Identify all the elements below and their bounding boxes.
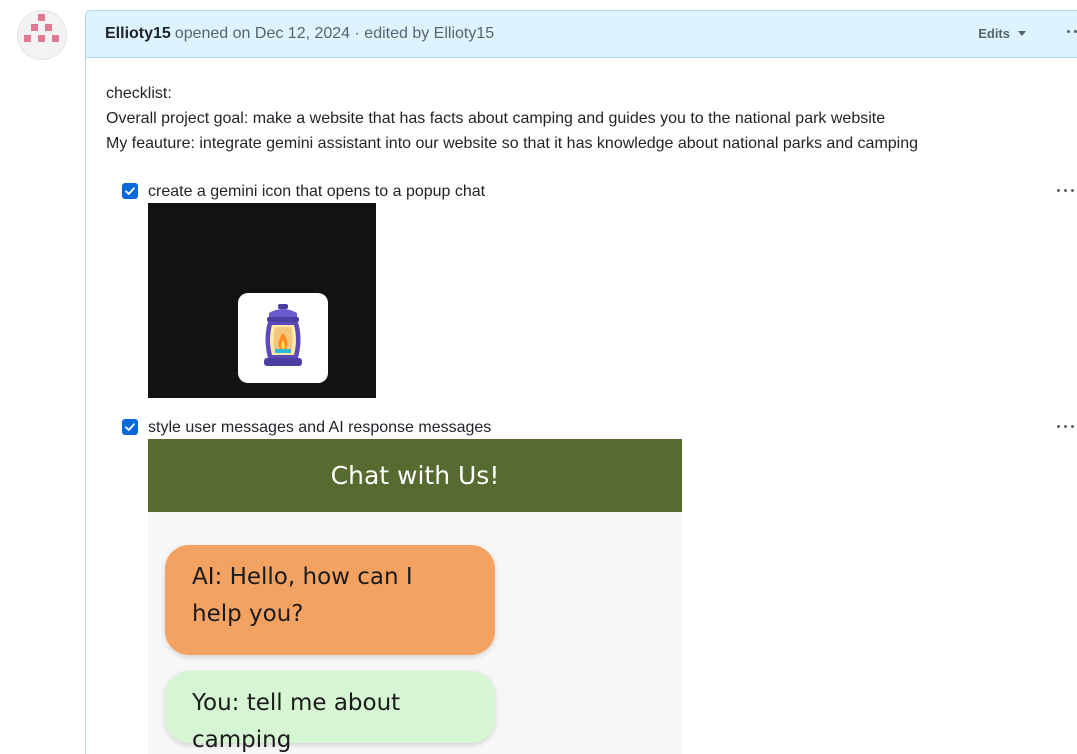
check-icon — [125, 187, 135, 195]
identicon-icon — [24, 14, 59, 42]
edits-label: Edits — [978, 26, 1010, 41]
edits-dropdown[interactable]: Edits — [978, 26, 1026, 41]
body-line: checklist: — [106, 85, 172, 102]
lantern-button — [238, 293, 328, 383]
avatar[interactable] — [17, 10, 67, 60]
lantern-icon-screenshot[interactable] — [148, 203, 376, 398]
task-checkbox[interactable] — [122, 183, 138, 199]
issue-comment: Ellioty15 opened on Dec 12, 2024 · edite… — [85, 10, 1077, 754]
task-item: create a gemini icon that opens to a pop… — [106, 179, 1077, 398]
task-options-icon[interactable] — [1057, 189, 1074, 192]
task-item: style user messages and AI response mess… — [106, 415, 1077, 754]
task-checkbox[interactable] — [122, 419, 138, 435]
task-options-icon[interactable] — [1057, 425, 1074, 428]
comment-options-icon[interactable] — [1067, 30, 1077, 33]
body-line: My feauture: integrate gemini assistant … — [106, 135, 919, 152]
comment-body: checklist: Overall project goal: make a … — [86, 58, 1077, 754]
lantern-icon — [264, 304, 302, 366]
chat-styling-screenshot[interactable]: Chat with Us! AI: Hello, how can I help … — [148, 439, 682, 754]
comment-header: Ellioty15 opened on Dec 12, 2024 · edite… — [86, 11, 1077, 58]
comment-meta: opened on Dec 12, 2024 · edited by Ellio… — [174, 25, 495, 42]
check-icon — [125, 423, 135, 431]
ai-message-bubble: AI: Hello, how can I help you? — [165, 545, 495, 655]
body-line: Overall project goal: make a website tha… — [106, 110, 886, 127]
author-link[interactable]: Ellioty15 — [105, 25, 171, 43]
task-label: style user messages and AI response mess… — [148, 418, 492, 436]
task-label: create a gemini icon that opens to a pop… — [148, 182, 486, 200]
user-message-bubble: You: tell me about camping — [165, 671, 495, 753]
chat-title: Chat with Us! — [148, 439, 682, 512]
issue-page: Ellioty15 opened on Dec 12, 2024 · edite… — [0, 0, 1077, 754]
caret-down-icon — [1018, 31, 1026, 36]
